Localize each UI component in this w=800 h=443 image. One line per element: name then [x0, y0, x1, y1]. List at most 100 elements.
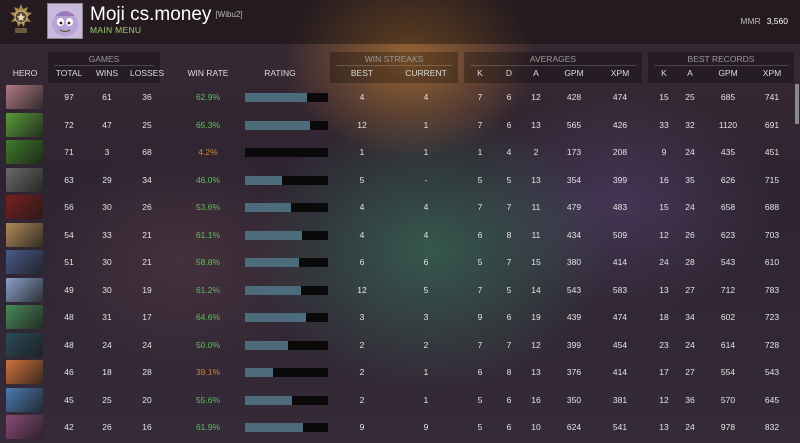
hero-portrait[interactable] — [6, 277, 43, 302]
cell-best-gpm: 978 — [720, 422, 736, 432]
cell-losses: 24 — [142, 339, 152, 350]
cell-avg-deaths: 5 — [506, 284, 512, 295]
cell-losses: 25 — [142, 119, 152, 130]
hero-portrait[interactable] — [6, 85, 43, 109]
col-header-avg-assists[interactable]: A — [528, 68, 544, 78]
hero-portrait[interactable] — [6, 360, 43, 384]
cell-best-streak: 2 — [359, 367, 365, 377]
cell-avg-gpm: 565 — [566, 119, 582, 130]
col-header-avg-gpm[interactable]: GPM — [558, 68, 590, 78]
hero-portrait[interactable] — [6, 195, 43, 219]
cell-avg-deaths: 8 — [506, 229, 512, 240]
cell-best-kills: 33 — [659, 119, 669, 130]
table-row[interactable]: 56 30 26 53.6% 4 4 7 7 11 479 483 15 24 658 688 — [0, 194, 800, 221]
col-header-best-gpm[interactable]: GPM — [712, 68, 744, 78]
table-row[interactable]: 48 24 24 50.0% 2 2 7 7 12 399 454 23 24 614 728 — [0, 332, 800, 359]
cell-avg-assists: 12 — [531, 92, 541, 102]
rating-bar-fill — [245, 230, 303, 240]
cell-win-rate: 58.8% — [195, 257, 221, 267]
col-header-total[interactable]: TOTAL — [52, 68, 86, 78]
cell-current-streak: 3 — [423, 312, 429, 322]
col-header-rating[interactable]: RATING — [252, 68, 308, 78]
group-divider — [54, 65, 154, 66]
cell-losses: 34 — [142, 174, 152, 185]
hero-portrait[interactable] — [6, 332, 43, 357]
col-header-avg-kills[interactable]: K — [472, 68, 488, 78]
main-menu-link[interactable]: MAIN MENU — [90, 25, 141, 35]
cell-avg-kills: 7 — [477, 202, 483, 212]
rating-bar — [245, 258, 328, 267]
cell-losses: 26 — [142, 202, 152, 212]
group-averages-label: AVERAGES — [529, 54, 577, 64]
cell-best-streak: 12 — [357, 284, 367, 295]
cell-best-xpm: 703 — [764, 229, 780, 240]
cell-best-assists: 36 — [685, 394, 695, 405]
cell-best-gpm: 626 — [720, 174, 736, 185]
table-row[interactable]: 97 61 36 62.9% 4 4 7 6 12 428 474 15 25 685 741 — [0, 84, 800, 111]
col-header-wins[interactable]: WINS — [92, 68, 122, 78]
cell-avg-assists: 16 — [531, 394, 541, 405]
cell-current-streak: 1 — [423, 367, 429, 377]
hero-portrait[interactable] — [6, 305, 43, 329]
scrollbar-thumb[interactable] — [795, 84, 799, 124]
cell-wins: 30 — [102, 202, 112, 212]
cell-best-kills: 23 — [659, 339, 669, 350]
cell-win-rate: 46.0% — [195, 174, 221, 185]
group-best-records-label: BEST RECORDS — [687, 54, 755, 64]
cell-avg-deaths: 7 — [506, 257, 512, 267]
table-row[interactable]: 48 31 17 64.6% 3 3 9 6 19 439 474 18 34 602 723 — [0, 304, 800, 331]
table-row[interactable]: 72 47 25 65.3% 12 1 7 6 13 565 426 33 32 1120 691 — [0, 112, 800, 139]
cell-avg-assists: 13 — [531, 174, 541, 185]
hero-portrait[interactable] — [6, 387, 43, 412]
cell-best-assists: 24 — [685, 147, 695, 157]
table-row[interactable]: 51 30 21 58.8% 6 6 5 7 15 380 414 24 28 543 610 — [0, 249, 800, 276]
cell-current-streak: - — [424, 174, 428, 185]
table-row[interactable]: 54 33 21 61.1% 4 4 6 8 11 434 509 12 26 623 703 — [0, 222, 800, 249]
col-header-avg-deaths[interactable]: D — [501, 68, 517, 78]
hero-portrait[interactable] — [6, 222, 43, 247]
hero-portrait[interactable] — [6, 167, 43, 192]
cell-current-streak: 1 — [423, 394, 429, 405]
cell-wins: 25 — [102, 394, 112, 405]
table-row[interactable]: 42 26 16 61.9% 9 9 5 6 10 624 541 13 24 978 832 — [0, 414, 800, 441]
hero-portrait[interactable] — [6, 140, 43, 164]
cell-avg-deaths: 6 — [506, 119, 512, 130]
table-row[interactable]: 71 3 68 4.2% 1 1 1 4 2 173 208 9 24 435 451 — [0, 139, 800, 166]
cell-best-assists: 24 — [685, 339, 695, 350]
col-header-avg-xpm[interactable]: XPM — [604, 68, 636, 78]
cell-win-rate: 55.6% — [195, 394, 221, 405]
cell-avg-kills: 9 — [477, 312, 483, 322]
hero-portrait[interactable] — [6, 250, 43, 274]
table-row[interactable]: 46 18 28 39.1% 2 1 6 8 13 376 414 17 27 554 543 — [0, 359, 800, 386]
rating-bar-fill — [245, 120, 310, 130]
table-row[interactable]: 63 29 34 46.0% 5 - 5 5 13 354 399 16 35 626 715 — [0, 167, 800, 194]
cell-losses: 21 — [142, 257, 152, 267]
mmr-display: MMR 3,560 — [740, 16, 788, 26]
group-divider — [470, 65, 636, 66]
hero-portrait[interactable] — [6, 112, 43, 137]
col-header-win-rate[interactable]: WIN RATE — [180, 68, 236, 78]
cell-best-kills: 16 — [659, 174, 669, 185]
cell-avg-gpm: 543 — [566, 284, 582, 295]
cell-avg-deaths: 7 — [506, 339, 512, 350]
col-header-best-streak[interactable]: BEST — [345, 68, 379, 78]
cell-best-gpm: 712 — [720, 284, 736, 295]
cell-wins: 31 — [102, 312, 112, 322]
col-header-best-assists[interactable]: A — [682, 68, 698, 78]
col-header-losses[interactable]: LOSSES — [126, 68, 168, 78]
col-header-hero[interactable]: HERO — [4, 68, 46, 78]
hero-portrait[interactable] — [6, 415, 43, 439]
table-row[interactable]: 49 30 19 61.2% 12 5 7 5 14 543 583 13 27 712 783 — [0, 277, 800, 304]
scrollbar[interactable] — [795, 84, 799, 443]
cell-avg-kills: 1 — [477, 147, 483, 157]
cell-win-rate: 4.2% — [198, 147, 218, 157]
avatar[interactable] — [47, 3, 83, 39]
col-header-current-streak[interactable]: CURRENT — [398, 68, 454, 78]
col-header-best-kills[interactable]: K — [656, 68, 672, 78]
table-row[interactable]: 45 25 20 55.6% 2 1 5 6 16 350 381 12 36 570 645 — [0, 387, 800, 414]
cell-current-streak: 5 — [423, 284, 429, 295]
cell-best-assists: 35 — [685, 174, 695, 185]
cell-best-gpm: 602 — [720, 312, 736, 322]
cell-total: 56 — [64, 202, 74, 212]
col-header-best-xpm[interactable]: XPM — [756, 68, 788, 78]
